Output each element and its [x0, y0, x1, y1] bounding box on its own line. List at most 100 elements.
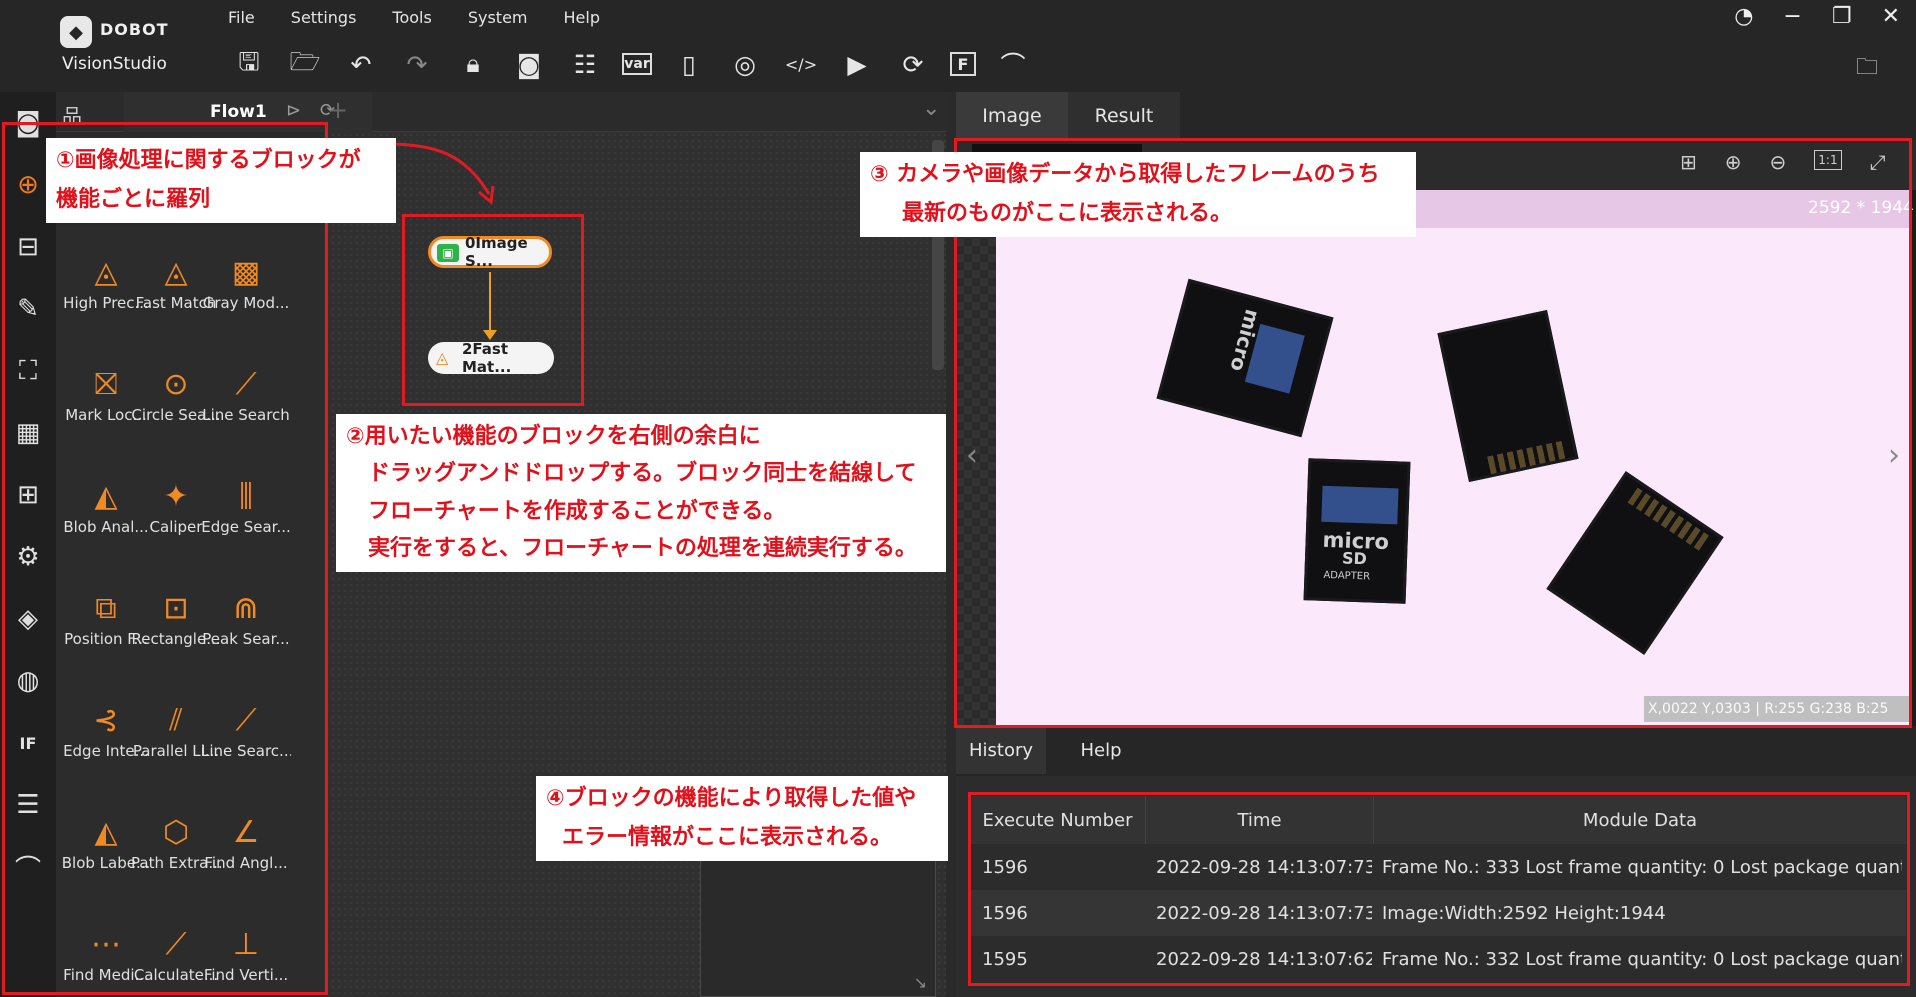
window-controls: ◔ − ❐ ✕	[1734, 4, 1900, 29]
image-view[interactable]	[996, 190, 1912, 726]
menu-help[interactable]: Help	[564, 8, 600, 32]
palette-tool-peak-search[interactable]: ⋒ Peak Sear...	[202, 586, 289, 686]
node-label: 0Image S...	[465, 234, 528, 270]
sidebar-calibration-icon[interactable]: ▦	[0, 402, 56, 464]
close-icon[interactable]: ✕	[1882, 4, 1900, 29]
sidebar-image-edit-icon[interactable]: ✎	[0, 278, 56, 340]
open-project-icon[interactable]: 🗀	[1856, 50, 1878, 88]
menu-settings[interactable]: Settings	[291, 8, 357, 32]
add-flow-button[interactable]: +	[328, 96, 348, 124]
one-to-one-icon[interactable]: 1:1	[1814, 150, 1842, 170]
palette-tool-line-search-2[interactable]: ⟋ Line Searc...	[201, 698, 291, 798]
zoom-out-icon[interactable]: ⊖	[1770, 150, 1787, 174]
table-row[interactable]: 1596 2022-09-28 14:13:07:732 Image:Width…	[970, 890, 1906, 936]
blob-analysis-icon: ◭	[94, 478, 118, 514]
column-time[interactable]: Time	[1146, 796, 1374, 844]
cell-time: 2022-09-28 14:13:07:623	[1156, 948, 1372, 970]
column-module-data[interactable]: Module Data	[1374, 796, 1906, 844]
parallel-line-icon: ⫽	[169, 702, 183, 738]
robot-arm-icon[interactable]: ⌒	[994, 47, 1032, 81]
run-continuous-icon[interactable]: ⟳	[894, 47, 932, 81]
tab-image[interactable]: Image	[956, 92, 1068, 140]
palette-tool-edge-search[interactable]: ⫼ Edge Sear...	[201, 474, 291, 574]
sidebar-recognition-icon[interactable]: ⛶	[0, 340, 56, 402]
tab-result[interactable]: Result	[1068, 92, 1180, 140]
image-controls: ⊞ ⊕ ⊖ 1:1 ⤢	[1680, 150, 1886, 174]
minimize-icon[interactable]: −	[1783, 4, 1801, 29]
menu-file[interactable]: File	[228, 8, 255, 32]
callout-4-line: エラー情報がここに表示される。	[562, 824, 893, 850]
sidebar-color-icon[interactable]: ◈	[0, 588, 56, 650]
flow-node-image-source[interactable]: ▣ 0Image S...	[428, 234, 552, 270]
flow-node-fast-match[interactable]: ◬ 2Fast Mat...	[428, 340, 554, 376]
fit-icon[interactable]: ⊞	[1680, 150, 1697, 174]
callout-2-line: ドラッグアンドドロップする。ブロック同士を結線して	[368, 461, 917, 487]
node-connector	[489, 272, 491, 336]
script-icon[interactable]: </>	[782, 47, 820, 81]
find-median-icon: ⋯	[91, 926, 121, 962]
palette-tool-label: Peak Sear...	[202, 630, 290, 648]
callout-2-line: フローチャートを作成することができる。	[368, 498, 786, 524]
redo-icon[interactable]: ↷	[398, 47, 436, 81]
zoom-in-icon[interactable]: ⊕	[1725, 150, 1742, 174]
table-row[interactable]: 1595 2022-09-28 14:13:07:623 Frame No.: …	[970, 936, 1906, 982]
sidebar-logic-if-icon[interactable]: IF	[0, 712, 56, 774]
history-table-header: Execute Number Time Module Data	[970, 796, 1906, 844]
callout-3-line: ③ カメラや画像データから取得したフレームのうち	[870, 162, 1380, 187]
flow-run-once-icon[interactable]: ⊳	[286, 100, 301, 121]
edge-intersection-icon: ⊰	[93, 702, 119, 738]
run-once-icon[interactable]: ▶	[838, 47, 876, 81]
canvas-minimap[interactable]: ↘	[700, 860, 936, 997]
column-execute-number[interactable]: Execute Number	[970, 796, 1146, 844]
line-search-icon: ⟋	[235, 366, 257, 402]
sidebar-communication-icon[interactable]: ☰	[0, 774, 56, 836]
path-extract-icon: ⬡	[162, 814, 190, 850]
tab-history[interactable]: History	[956, 726, 1046, 774]
callout-1-line: 機能ごとに羅列	[56, 186, 211, 212]
function-icon[interactable]: F	[950, 52, 976, 76]
menu-tools[interactable]: Tools	[392, 8, 431, 32]
resize-icon[interactable]: ↘	[914, 973, 927, 992]
undo-icon[interactable]: ↶	[342, 47, 380, 81]
restore-icon[interactable]: ❐	[1832, 4, 1852, 29]
table-row[interactable]: 1596 2022-09-28 14:13:07:732 Frame No.: …	[970, 844, 1906, 890]
palette-tool-line-search[interactable]: ⟋ Line Search	[202, 362, 290, 462]
callout-4: ④ブロックの機能により取得した値や エラー情報がここに表示される。	[536, 776, 948, 861]
calculate-icon: ⟋	[165, 926, 187, 962]
palette-tool-find-angle[interactable]: ∠ Find Angl...	[204, 810, 287, 910]
palette-tool-label: Find Angl...	[204, 854, 288, 872]
pixel-coordinate-readout: X,0022 Y,0303 | R:255 G:238 B:25	[1644, 696, 1912, 722]
palette-tool-gray-model[interactable]: ▩ Gray Mod...	[203, 250, 290, 350]
tab-help[interactable]: Help	[1046, 726, 1156, 774]
cell-time: 2022-09-28 14:13:07:732	[1156, 902, 1372, 924]
logo-mark-icon: ◆	[60, 16, 92, 48]
chevron-down-icon[interactable]: ⌄	[922, 96, 940, 121]
sidebar-robot-icon[interactable]: ⌒	[0, 836, 56, 898]
save-icon[interactable]: 🖫	[230, 47, 268, 81]
controller-icon[interactable]: ☷	[566, 47, 604, 81]
blob-label-icon: ◭	[94, 814, 118, 850]
sidebar-measure-icon[interactable]: ⊟	[0, 216, 56, 278]
cell-module-data: Frame No.: 333 Lost frame quantity: 0 Lo…	[1382, 856, 1902, 878]
sidebar-compare-icon[interactable]: ⊞	[0, 464, 56, 526]
palette-tool-find-vertical[interactable]: ⊥ Find Verti...	[204, 922, 288, 997]
sidebar-image-process-icon[interactable]: ⚙	[0, 526, 56, 588]
open-folder-icon[interactable]: 🗁	[286, 47, 324, 81]
flow-tree-icon[interactable]: 品	[62, 100, 82, 129]
communication-icon[interactable]: ◎	[726, 47, 764, 81]
next-image-icon[interactable]: ›	[1888, 438, 1900, 473]
palette-tool-calculate[interactable]: ⟋ Calculate...	[134, 922, 218, 997]
gray-model-icon: ▩	[231, 254, 261, 290]
device-icon[interactable]: ▯	[670, 47, 708, 81]
monitor-icon[interactable]: ◔	[1734, 4, 1753, 29]
camera-icon[interactable]: ◙	[510, 47, 548, 81]
lock-icon[interactable]: 🔒︎	[454, 47, 492, 81]
palette-tool-find-median[interactable]: ⋯ Find Medi...	[63, 922, 149, 997]
palette-tool-label: Line Search	[202, 406, 290, 424]
sidebar-deep-learning-icon[interactable]: ◍	[0, 650, 56, 712]
fullscreen-icon[interactable]: ⤢	[1870, 150, 1886, 174]
prev-image-icon[interactable]: ‹	[966, 438, 978, 473]
variable-icon[interactable]: var	[622, 53, 652, 75]
annotation-arrow-icon	[386, 142, 495, 205]
menu-system[interactable]: System	[468, 8, 528, 32]
